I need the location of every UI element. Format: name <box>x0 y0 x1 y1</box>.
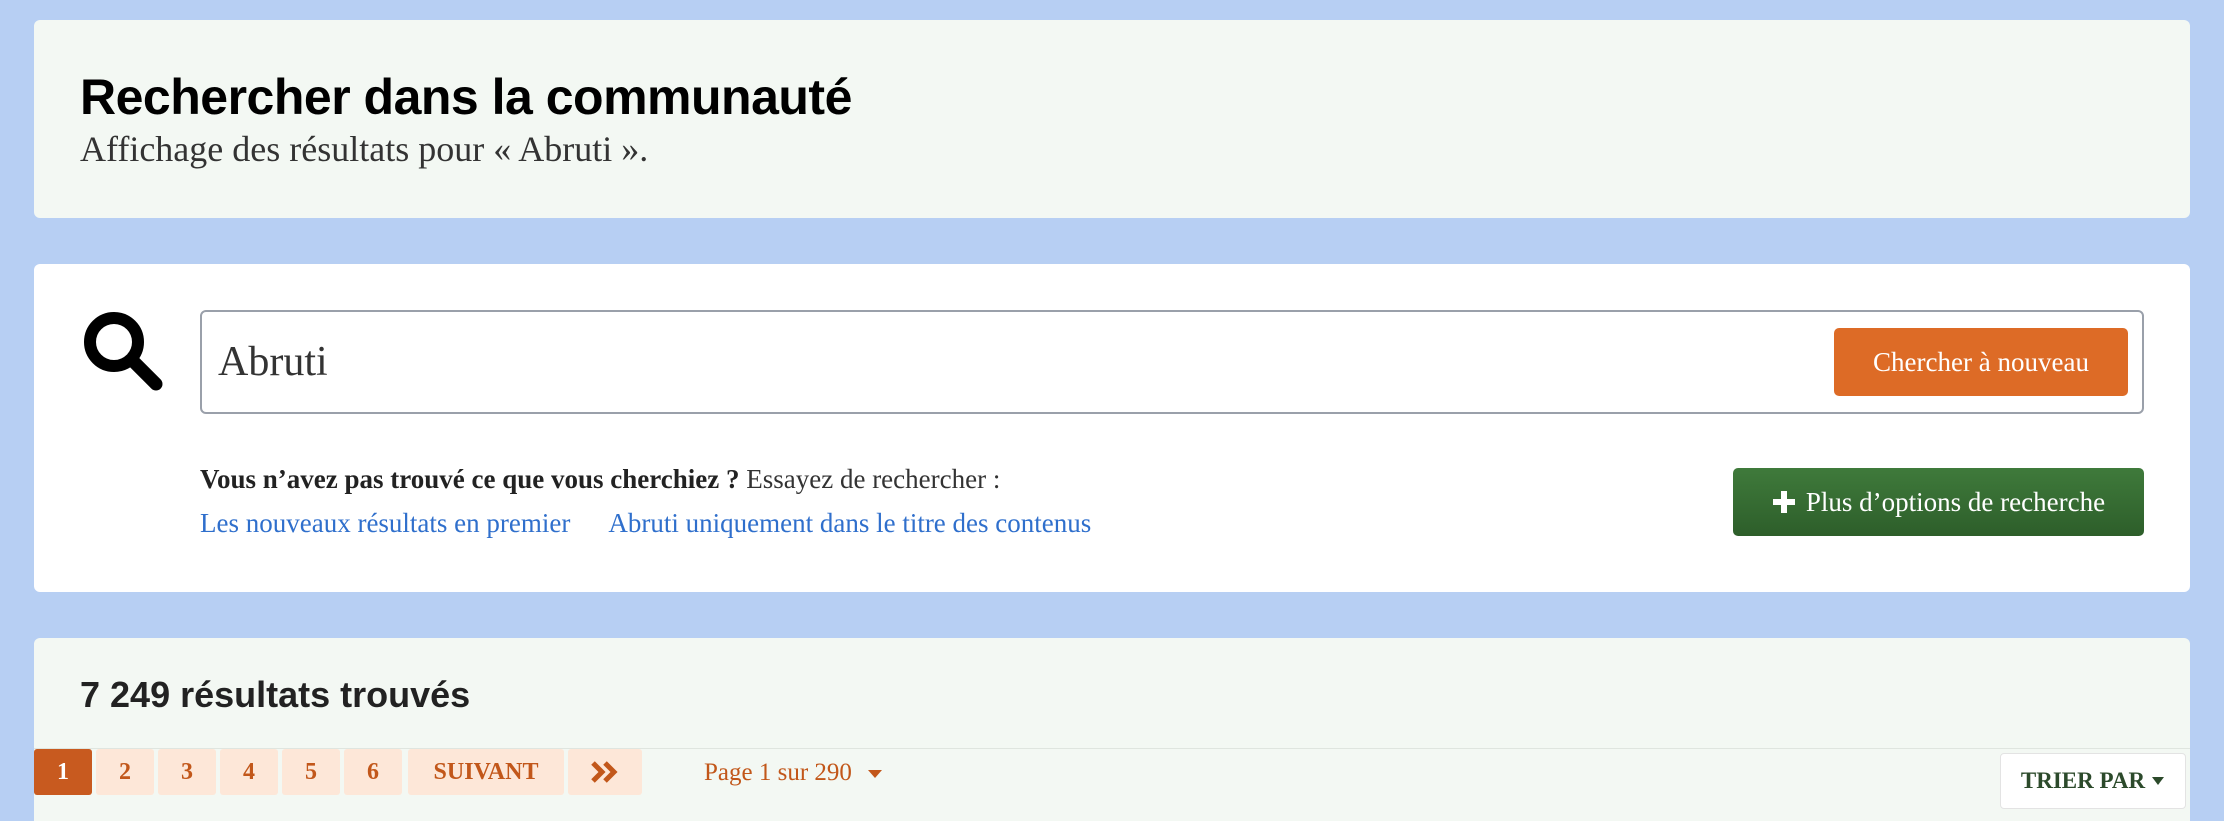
search-suggestion-links: Les nouveaux résultats en premier Abruti … <box>200 508 1129 539</box>
sort-button[interactable]: TRIER PAR <box>2000 753 2186 809</box>
search-hint: Vous n’avez pas trouvé ce que vous cherc… <box>200 464 1000 495</box>
search-panel: Chercher à nouveau Vous n’avez pas trouv… <box>34 264 2190 592</box>
search-again-button[interactable]: Chercher à nouveau <box>1834 328 2128 396</box>
page-button-3[interactable]: 3 <box>158 749 216 795</box>
search-input[interactable] <box>218 332 1818 392</box>
caret-down-icon <box>868 770 883 778</box>
search-box: Chercher à nouveau <box>200 310 2144 414</box>
search-hint-rest: Essayez de rechercher : <box>739 464 1001 494</box>
results-count: 7 249 résultats trouvés <box>80 674 471 715</box>
more-search-options-button[interactable]: Plus d’options de recherche <box>1733 468 2144 536</box>
search-hint-bold: Vous n’avez pas trouvé ce que vous cherc… <box>200 464 740 494</box>
caret-down-icon <box>2152 777 2165 785</box>
page-info-label: Page 1 sur 290 <box>704 759 852 786</box>
newest-first-link[interactable]: Les nouveaux résultats en premier <box>200 508 570 538</box>
page-title: Rechercher dans la communauté <box>80 69 852 125</box>
search-icon <box>84 312 163 391</box>
sort-label: TRIER PAR <box>2020 768 2146 793</box>
page-button-2[interactable]: 2 <box>96 749 154 795</box>
double-chevron-right-icon <box>591 761 618 783</box>
page-button-6[interactable]: 6 <box>344 749 402 795</box>
page-button-4[interactable]: 4 <box>220 749 278 795</box>
page-selector[interactable]: Page 1 sur 290 <box>704 759 884 787</box>
page-button-1[interactable]: 1 <box>34 749 92 795</box>
last-page-button[interactable] <box>568 749 642 795</box>
results-panel: 7 249 résultats trouvés 1 2 3 4 5 6 SUIV… <box>34 638 2190 821</box>
next-page-button[interactable]: SUIVANT <box>408 749 564 795</box>
plus-icon <box>1772 491 1795 513</box>
page-button-5[interactable]: 5 <box>282 749 340 795</box>
page-subtitle: Affichage des résultats pour « Abruti ». <box>80 129 649 169</box>
title-only-link[interactable]: Abruti uniquement dans le titre des cont… <box>608 508 1091 538</box>
more-search-options-label: Plus d’options de recherche <box>1805 486 2106 517</box>
pagination-bar: 1 2 3 4 5 6 SUIVANT Page 1 sur 290 TRIER… <box>34 748 2190 809</box>
header-panel: Rechercher dans la communauté Affichage … <box>34 20 2190 218</box>
